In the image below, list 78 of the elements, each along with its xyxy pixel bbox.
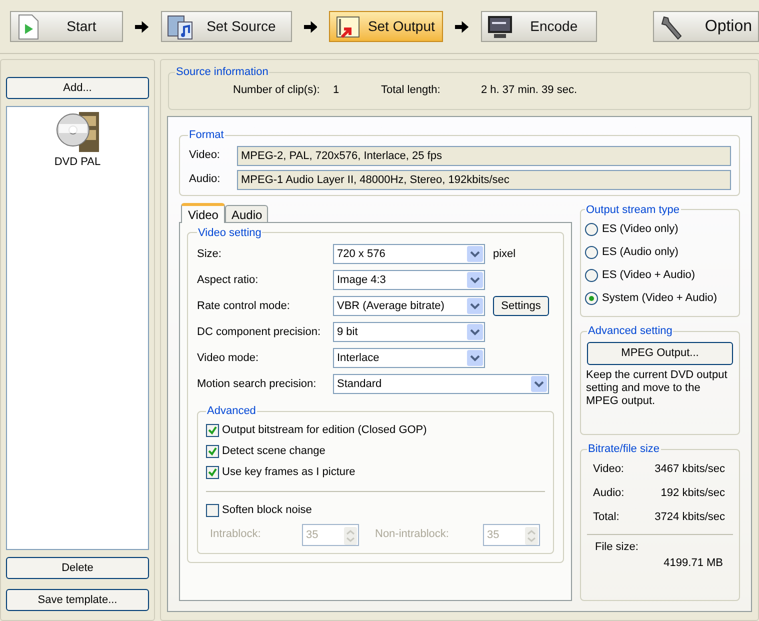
checkbox-label: Detect scene change — [222, 444, 326, 459]
radio-button[interactable] — [585, 292, 598, 305]
spinner-arrows-icon — [344, 526, 357, 544]
checkbox[interactable] — [206, 444, 219, 458]
bitrate-value: 3724 kbits/sec — [654, 510, 725, 526]
unit-label: pixel — [493, 246, 516, 262]
group-title: Advanced — [206, 404, 257, 419]
delete-button[interactable]: Delete — [6, 557, 149, 579]
checkbox-label: Output bitstream for edition (Closed GOP) — [222, 422, 427, 438]
field-label: Video: — [188, 148, 221, 164]
info-label: Total length: — [381, 82, 442, 98]
arrow-icon — [455, 20, 469, 32]
file-size-label: File size: — [594, 540, 640, 554]
settings-button[interactable]: Settings — [493, 296, 549, 316]
dropdown[interactable]: 9 bit — [333, 322, 485, 342]
bitrate-value: 3467 kbits/sec — [654, 462, 725, 478]
arrow-icon — [134, 20, 149, 32]
field-label: Non-intrablock: — [375, 527, 450, 542]
group-title: Advanced setting — [587, 324, 674, 339]
step-button[interactable]: Set Output — [329, 11, 444, 42]
file-size-value: 4199.71 MB — [664, 556, 723, 570]
field-label: Aspect ratio: — [197, 272, 260, 288]
check-icon — [208, 468, 217, 476]
step-button[interactable]: Start — [10, 11, 123, 42]
field-label: Audio: — [188, 172, 222, 188]
mpeg-output-button[interactable]: MPEG Output... — [587, 342, 733, 364]
radio-button[interactable] — [585, 246, 598, 259]
group-title: Video setting — [197, 226, 262, 240]
group-title: Bitrate/file size — [587, 442, 661, 457]
dropdown[interactable]: Image 4:3 — [333, 270, 485, 290]
field-label: Size: — [197, 246, 222, 262]
group-title: Source information — [175, 65, 270, 80]
bitrate-label: Total: — [593, 510, 620, 526]
readonly-field: MPEG-2, PAL, 720x576, Interlace, 25 fps — [237, 146, 731, 166]
info-value: 2 h. 37 min. 39 sec. — [481, 82, 577, 98]
arrow-icon — [304, 20, 318, 32]
film-icon — [166, 12, 194, 40]
field-label: Rate control mode: — [197, 298, 291, 314]
info-label: Number of clip(s): — [233, 82, 321, 98]
field-label: Intrablock: — [210, 527, 262, 542]
group-title: Format — [188, 128, 225, 143]
disc-icon — [54, 110, 100, 154]
description-text: Keep the current DVD output setting and move to the MPEG output. — [586, 368, 728, 408]
checkbox-label: Soften block noise — [222, 502, 312, 518]
field-label: DC component precision: — [197, 324, 322, 340]
dropdown[interactable]: Interlace — [333, 348, 485, 368]
dropdown[interactable]: 720 x 576 — [333, 244, 485, 264]
info-value: 1 — [333, 82, 340, 98]
checkbox[interactable] — [206, 504, 219, 516]
spinner-arrows-icon — [525, 526, 538, 544]
dropdown[interactable]: VBR (Average bitrate) — [333, 296, 485, 316]
field-label: Video mode: — [197, 350, 260, 366]
radio-label: ES (Video + Audio) — [602, 268, 696, 284]
check-icon — [208, 446, 217, 456]
step-button[interactable]: Set Source — [160, 11, 292, 42]
tab[interactable]: Audio — [225, 204, 268, 222]
readonly-field: MPEG-1 Audio Layer II, 48000Hz, Stereo, 192kbits/sec — [237, 170, 731, 190]
save-template-button[interactable]: Save template... — [6, 589, 149, 611]
checkbox[interactable] — [206, 424, 219, 436]
dropdown[interactable]: Standard — [333, 374, 549, 394]
checkbox-label: Use key frames as I picture — [222, 464, 356, 480]
option-button[interactable]: Option — [652, 11, 759, 42]
radio-button[interactable] — [585, 223, 598, 236]
radio-button[interactable] — [585, 269, 598, 282]
bitrate-label: Video: — [593, 462, 625, 478]
template-item[interactable]: DVD PAL — [53, 154, 102, 170]
radio-label: ES (Video only) — [602, 222, 678, 238]
step-button[interactable]: Encode — [480, 11, 597, 42]
field-label: Motion search precision: — [197, 376, 318, 392]
add-button[interactable]: Add... — [6, 77, 149, 99]
radio-label: System (Video + Audio) — [602, 291, 718, 306]
check-icon — [208, 426, 217, 434]
tab[interactable]: Video — [181, 202, 226, 222]
checkbox[interactable] — [206, 466, 219, 478]
bitrate-label: Audio: — [593, 486, 626, 502]
radio-label: ES (Audio only) — [602, 245, 678, 260]
group-title: Output stream type — [585, 202, 681, 218]
bitrate-value: 192 kbits/sec — [660, 486, 725, 502]
